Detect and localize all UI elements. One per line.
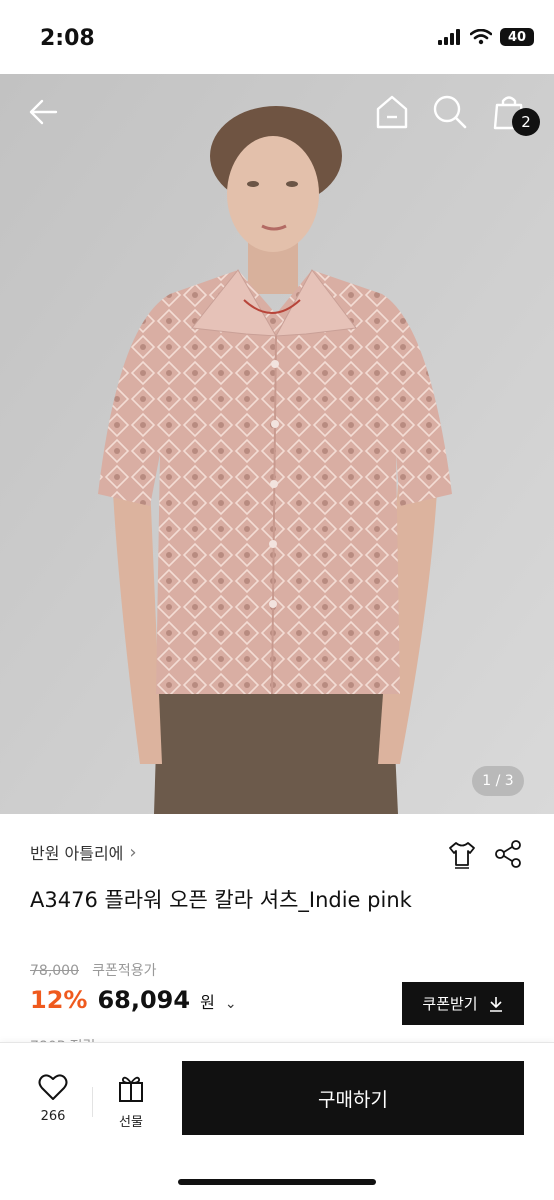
signal-icon <box>438 29 460 45</box>
chevron-right-icon: › <box>129 841 137 863</box>
gift-button[interactable]: 선물 <box>106 1073 156 1130</box>
sale-price: 68,094 <box>97 986 191 1014</box>
search-icon <box>433 95 467 129</box>
home-icon <box>376 95 408 129</box>
back-button[interactable] <box>26 92 66 132</box>
product-image-carousel[interactable]: 2 1 / 3 <box>0 74 554 814</box>
gift-label: 선물 <box>119 1115 143 1130</box>
arrow-left-icon <box>29 99 58 125</box>
battery-icon: 40 <box>500 28 534 46</box>
original-price: 78,000 <box>30 963 79 979</box>
shirt-size-icon <box>449 842 475 869</box>
image-page-indicator: 1 / 3 <box>472 766 524 796</box>
currency-unit: 원 <box>200 993 215 1012</box>
coupon-price-note: 쿠폰적용가 <box>92 963 157 979</box>
like-count: 266 <box>40 1109 66 1124</box>
price-details-toggle[interactable]: 12% 68,094 원 ⌄ <box>30 986 237 1014</box>
brand-name: 반원 아틀리에 <box>30 844 124 863</box>
bottom-action-bar: 266 선물 구매하기 <box>0 1042 554 1200</box>
home-indicator <box>178 1179 376 1185</box>
gift-icon <box>119 1076 143 1102</box>
home-button[interactable] <box>372 92 412 132</box>
divider <box>92 1087 93 1117</box>
chevron-down-icon: ⌄ <box>224 996 237 1012</box>
status-time: 2:08 <box>40 26 95 51</box>
search-button[interactable] <box>430 92 470 132</box>
brand-link[interactable]: 반원 아틀리에 › <box>30 840 137 864</box>
share-icon <box>495 840 521 868</box>
status-icons: 40 <box>438 28 534 46</box>
heart-icon <box>38 1074 68 1100</box>
coupon-download-button[interactable]: 쿠폰받기 <box>402 982 524 1025</box>
size-guide-button[interactable] <box>446 838 478 870</box>
discount-rate: 12% <box>30 986 88 1014</box>
coupon-button-label: 쿠폰받기 <box>422 995 478 1013</box>
buy-button[interactable]: 구매하기 <box>182 1061 524 1135</box>
download-icon <box>489 996 502 1012</box>
cart-count-badge: 2 <box>512 108 540 136</box>
share-button[interactable] <box>492 838 524 870</box>
like-button[interactable]: 266 <box>28 1073 78 1124</box>
product-title: A3476 플라워 오픈 칼라 셔츠_Indie pink <box>30 888 412 912</box>
wifi-icon <box>470 29 492 45</box>
product-photo <box>0 74 554 814</box>
status-bar: 2:08 40 <box>0 0 554 74</box>
price-block: 78,000 쿠폰적용가 12% 68,094 원 ⌄ <box>30 960 237 1014</box>
